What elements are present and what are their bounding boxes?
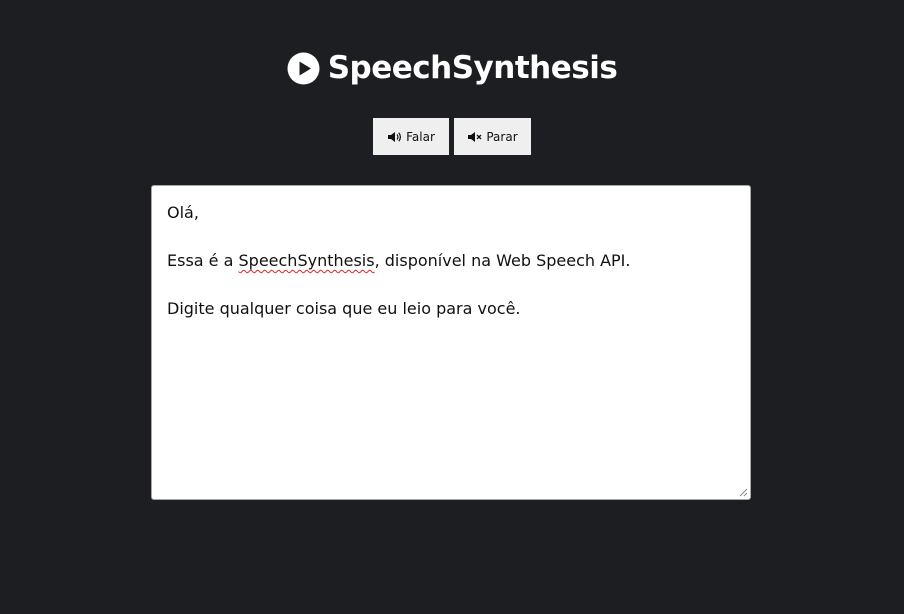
text-input-area[interactable]: Olá, Essa é a SpeechSynthesis, disponíve… xyxy=(151,185,751,500)
text-line-instruction: Digite qualquer coisa que eu leio para v… xyxy=(167,299,521,318)
controls: Falar Parar xyxy=(0,118,904,155)
page-title: SpeechSynthesis xyxy=(327,50,618,86)
text-segment: , disponível na Web Speech API. xyxy=(374,251,631,270)
header: SpeechSynthesis xyxy=(0,48,904,88)
volume-mute-icon xyxy=(468,131,482,142)
text-line-greeting: Olá, xyxy=(167,203,199,222)
play-circle-icon xyxy=(287,52,320,84)
stop-button[interactable]: Parar xyxy=(454,118,531,155)
speak-button[interactable]: Falar xyxy=(373,118,449,155)
resize-handle-icon[interactable] xyxy=(739,488,748,497)
volume-up-icon xyxy=(388,131,402,142)
text-line-blank xyxy=(167,273,735,297)
stop-button-label: Parar xyxy=(486,129,518,144)
text-line-blank xyxy=(167,225,735,249)
speak-button-label: Falar xyxy=(406,129,435,144)
spellcheck-flagged-word: SpeechSynthesis xyxy=(238,251,375,270)
text-line-intro: Essa é a SpeechSynthesis, disponível na … xyxy=(167,249,735,273)
page: SpeechSynthesis Falar Parar Olá, Essa é … xyxy=(0,0,904,614)
text-segment: Essa é a xyxy=(167,251,239,270)
